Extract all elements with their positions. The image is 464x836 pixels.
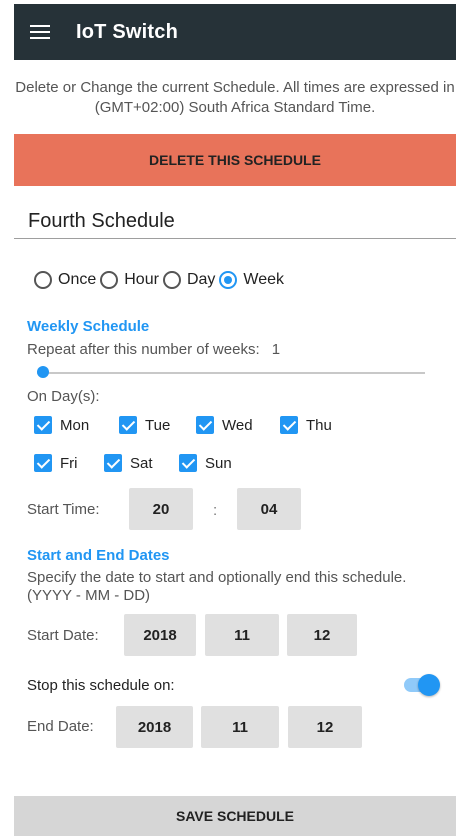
repeat-weeks-slider-track[interactable] (37, 372, 425, 374)
day-label: Tue (145, 416, 171, 434)
radio-day[interactable]: Day (162, 271, 216, 289)
end-year-field[interactable]: 2018 (116, 706, 193, 748)
end-date-label: End Date: (27, 718, 94, 735)
dates-description: Specify the date to start and optionally… (27, 569, 407, 604)
checkbox-checked-icon (34, 416, 52, 434)
radio-label: Week (243, 271, 284, 288)
checkbox-checked-icon (104, 454, 122, 472)
day-checkbox-thu[interactable]: Thu (280, 416, 332, 434)
radio-hour[interactable]: Hour (100, 271, 159, 289)
on-days-label: On Day(s): (27, 388, 100, 405)
stop-schedule-label: Stop this schedule on: (27, 677, 175, 694)
delete-schedule-button[interactable]: DELETE THIS SCHEDULE (14, 134, 456, 186)
repeat-weeks-slider-thumb[interactable] (37, 366, 49, 378)
radio-label: Hour (124, 271, 159, 288)
weekly-schedule-heading: Weekly Schedule (27, 318, 150, 335)
day-checkbox-tue[interactable]: Tue (119, 416, 170, 434)
start-month-field[interactable]: 11 (205, 614, 279, 656)
end-day-field[interactable]: 12 (288, 706, 362, 748)
app-title: IoT Switch (76, 20, 178, 43)
day-label: Wed (222, 416, 253, 434)
day-label: Mon (60, 416, 90, 434)
checkbox-checked-icon (119, 416, 137, 434)
day-checkbox-wed[interactable]: Wed (196, 416, 253, 434)
app-bar: IoT Switch (14, 4, 456, 60)
checkbox-checked-icon (280, 416, 298, 434)
checkbox-checked-icon (179, 454, 197, 472)
day-checkbox-sun[interactable]: Sun (179, 454, 232, 472)
start-time-label: Start Time: (27, 501, 100, 518)
radio-circle-icon (100, 271, 119, 289)
start-minute-field[interactable]: 04 (237, 488, 301, 530)
radio-once[interactable]: Once (34, 271, 96, 289)
day-checkbox-mon[interactable]: Mon (34, 416, 89, 434)
frequency-radio-group: Once Hour Day Week (34, 271, 288, 289)
end-month-field[interactable]: 11 (201, 706, 279, 748)
start-year-field[interactable]: 2018 (124, 614, 196, 656)
dates-heading: Start and End Dates (27, 547, 170, 564)
repeat-weeks-value: 1 (271, 341, 281, 358)
radio-circle-icon (162, 271, 181, 289)
radio-label: Once (58, 271, 97, 288)
radio-circle-icon (34, 271, 52, 289)
day-label: Thu (306, 416, 332, 434)
checkbox-checked-icon (196, 416, 214, 434)
start-hour-field[interactable]: 20 (129, 488, 193, 530)
start-date-label: Start Date: (27, 627, 99, 644)
radio-week[interactable]: Week (219, 271, 284, 289)
day-label: Fri (60, 454, 78, 472)
schedule-name-input[interactable]: Fourth Schedule (28, 204, 456, 238)
radio-selected-icon (219, 271, 238, 289)
stop-schedule-toggle-thumb[interactable] (418, 674, 440, 696)
checkbox-checked-icon (34, 454, 52, 472)
time-separator: : (213, 502, 218, 519)
start-day-field[interactable]: 12 (287, 614, 357, 656)
hamburger-menu-icon[interactable] (30, 24, 50, 40)
day-checkbox-sat[interactable]: Sat (104, 454, 153, 472)
day-label: Sat (130, 454, 153, 472)
save-schedule-button[interactable]: SAVE SCHEDULE (14, 796, 456, 836)
schedule-name-underline (14, 238, 456, 239)
day-checkbox-fri[interactable]: Fri (34, 454, 78, 472)
repeat-weeks-label: Repeat after this number of weeks: 1 (27, 341, 280, 358)
radio-label: Day (186, 271, 216, 288)
schedule-info-text: Delete or Change the current Schedule. A… (15, 79, 455, 116)
repeat-weeks-text: Repeat after this number of weeks: (27, 341, 260, 358)
day-label: Sun (205, 454, 232, 472)
